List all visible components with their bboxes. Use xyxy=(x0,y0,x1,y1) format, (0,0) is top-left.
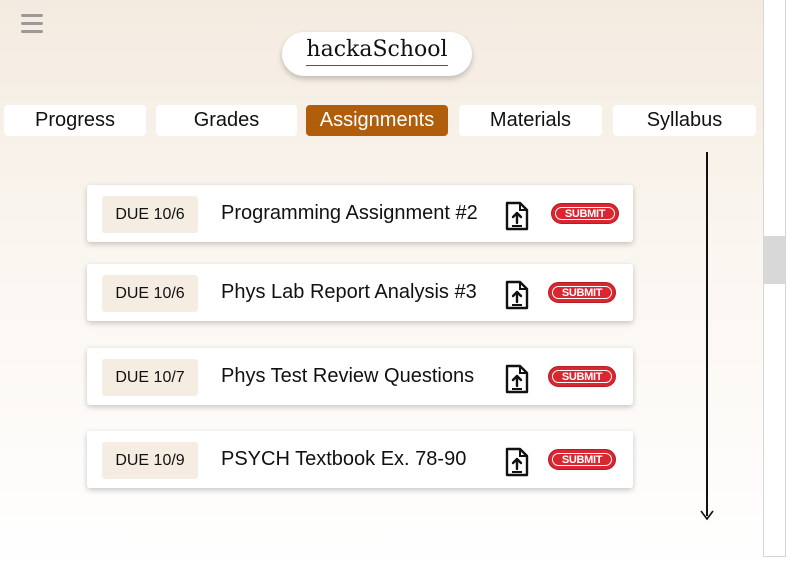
file-upload-icon[interactable] xyxy=(505,447,529,477)
tab-assignments[interactable]: Assignments xyxy=(306,105,448,136)
tab-bar: Progress Grades Assignments Materials Sy… xyxy=(0,105,760,136)
submit-label: SUBMIT xyxy=(552,286,612,299)
submit-button[interactable]: SUBMIT xyxy=(548,282,616,303)
assignment-card: DUE 10/6 Phys Lab Report Analysis #3 SUB… xyxy=(87,264,633,321)
submit-button[interactable]: SUBMIT xyxy=(548,366,616,387)
hamburger-menu-icon[interactable] xyxy=(21,14,43,34)
submit-label: SUBMIT xyxy=(555,207,615,220)
file-upload-icon[interactable] xyxy=(505,201,529,231)
arrow-down-icon xyxy=(700,510,714,521)
tab-syllabus[interactable]: Syllabus xyxy=(613,105,756,136)
vertical-scrollbar[interactable] xyxy=(763,0,786,557)
due-date-badge: DUE 10/6 xyxy=(102,275,198,312)
assignment-title[interactable]: Programming Assignment #2 xyxy=(221,185,478,242)
logo-text: hackaSchool xyxy=(306,37,448,66)
file-upload-icon[interactable] xyxy=(505,364,529,394)
app-logo: hackaSchool xyxy=(282,32,472,76)
tab-grades[interactable]: Grades xyxy=(156,105,297,136)
scroll-indicator-line xyxy=(706,152,708,516)
tab-progress[interactable]: Progress xyxy=(4,105,146,136)
assignment-title[interactable]: Phys Test Review Questions xyxy=(221,348,474,405)
submit-button[interactable]: SUBMIT xyxy=(551,203,619,224)
submit-label: SUBMIT xyxy=(552,453,612,466)
file-upload-icon[interactable] xyxy=(505,280,529,310)
due-date-badge: DUE 10/9 xyxy=(102,442,198,479)
assignment-title[interactable]: Phys Lab Report Analysis #3 xyxy=(221,264,477,321)
due-date-badge: DUE 10/7 xyxy=(102,359,198,396)
submit-button[interactable]: SUBMIT xyxy=(548,449,616,470)
tab-materials[interactable]: Materials xyxy=(459,105,602,136)
submit-label: SUBMIT xyxy=(552,370,612,383)
assignment-card: DUE 10/9 PSYCH Textbook Ex. 78-90 SUBMIT xyxy=(87,431,633,488)
assignment-title[interactable]: PSYCH Textbook Ex. 78-90 xyxy=(221,431,466,488)
assignment-card: DUE 10/6 Programming Assignment #2 SUBMI… xyxy=(87,185,633,242)
due-date-badge: DUE 10/6 xyxy=(102,196,198,233)
scrollbar-thumb[interactable] xyxy=(764,236,785,284)
assignment-card: DUE 10/7 Phys Test Review Questions SUBM… xyxy=(87,348,633,405)
